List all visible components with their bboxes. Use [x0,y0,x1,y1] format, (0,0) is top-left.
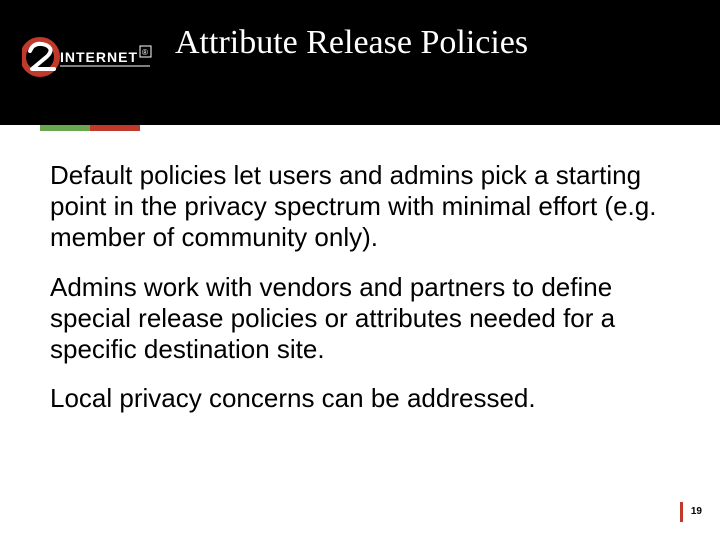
page-number: 19 [691,506,702,517]
svg-text:INTERNET: INTERNET [60,49,138,65]
footer-tick-icon [680,502,683,522]
svg-text:®: ® [142,48,148,57]
slide-title: Attribute Release Policies [175,24,528,62]
accent-red [90,125,140,131]
slide-body: Default policies let users and admins pi… [50,160,670,432]
accent-green [40,125,90,131]
paragraph: Admins work with vendors and partners to… [50,272,670,366]
slide-footer: 19 [680,500,702,522]
paragraph: Local privacy concerns can be addressed. [50,383,670,414]
internet2-logo: INTERNET ® [22,30,152,84]
paragraph: Default policies let users and admins pi… [50,160,670,254]
accent-bar [40,125,140,131]
slide: INTERNET ® Attribute Release Policies De… [0,0,720,540]
slide-header: INTERNET ® Attribute Release Policies [0,0,720,125]
